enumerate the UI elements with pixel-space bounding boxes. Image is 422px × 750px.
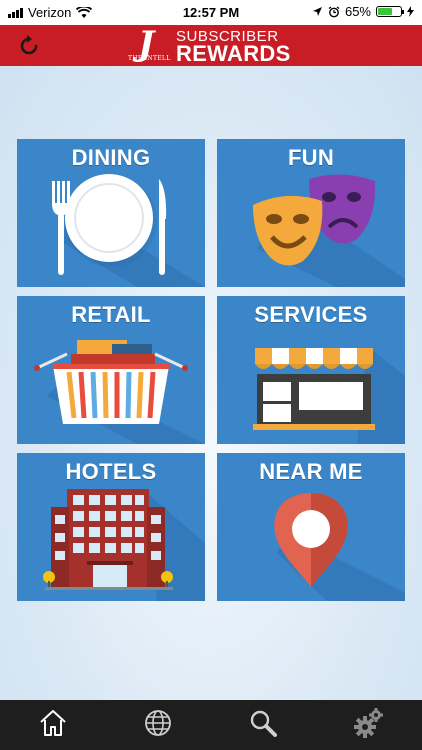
tile-label: FUN bbox=[287, 145, 335, 170]
battery-percent: 65% bbox=[344, 4, 371, 19]
brand-logo: J THE INTELL SUBSCRIBER REWARDS bbox=[128, 24, 298, 66]
battery-icon bbox=[376, 6, 404, 17]
tile-hotels[interactable]: HOTELS bbox=[17, 453, 205, 601]
tile-label: NEAR ME bbox=[259, 459, 363, 484]
bottom-tab-bar bbox=[0, 700, 422, 750]
title-rewards: REWARDS bbox=[176, 41, 291, 66]
location-arrow-icon bbox=[312, 7, 322, 16]
search-icon[interactable] bbox=[246, 706, 280, 740]
tile-services[interactable]: SERVICES bbox=[217, 296, 405, 444]
status-bar: Verizon 12:57 PM 65% bbox=[0, 0, 422, 25]
tile-label: RETAIL bbox=[71, 302, 151, 327]
alarm-icon bbox=[328, 5, 340, 17]
tile-label: HOTELS bbox=[65, 459, 157, 484]
tile-label: SERVICES bbox=[254, 302, 368, 327]
globe-icon[interactable] bbox=[141, 706, 175, 740]
settings-icon[interactable] bbox=[352, 706, 386, 740]
tile-retail[interactable]: RETAIL bbox=[17, 296, 205, 444]
app-header: J THE INTELL SUBSCRIBER REWARDS bbox=[0, 24, 422, 66]
tile-label: DINING bbox=[71, 145, 151, 170]
charging-icon bbox=[407, 6, 414, 17]
tile-fun[interactable]: FUN bbox=[217, 139, 405, 287]
battery-fill bbox=[378, 8, 393, 15]
tile-dining[interactable]: DINING bbox=[17, 139, 205, 287]
refresh-icon[interactable] bbox=[16, 33, 42, 59]
category-grid: DINING FUN RETAIL SERVICES HOTELS NEAR M… bbox=[0, 66, 422, 700]
logo-subtext: THE INTELL bbox=[128, 55, 171, 62]
home-icon[interactable] bbox=[36, 706, 70, 740]
tile-near-me[interactable]: NEAR ME bbox=[217, 453, 405, 601]
